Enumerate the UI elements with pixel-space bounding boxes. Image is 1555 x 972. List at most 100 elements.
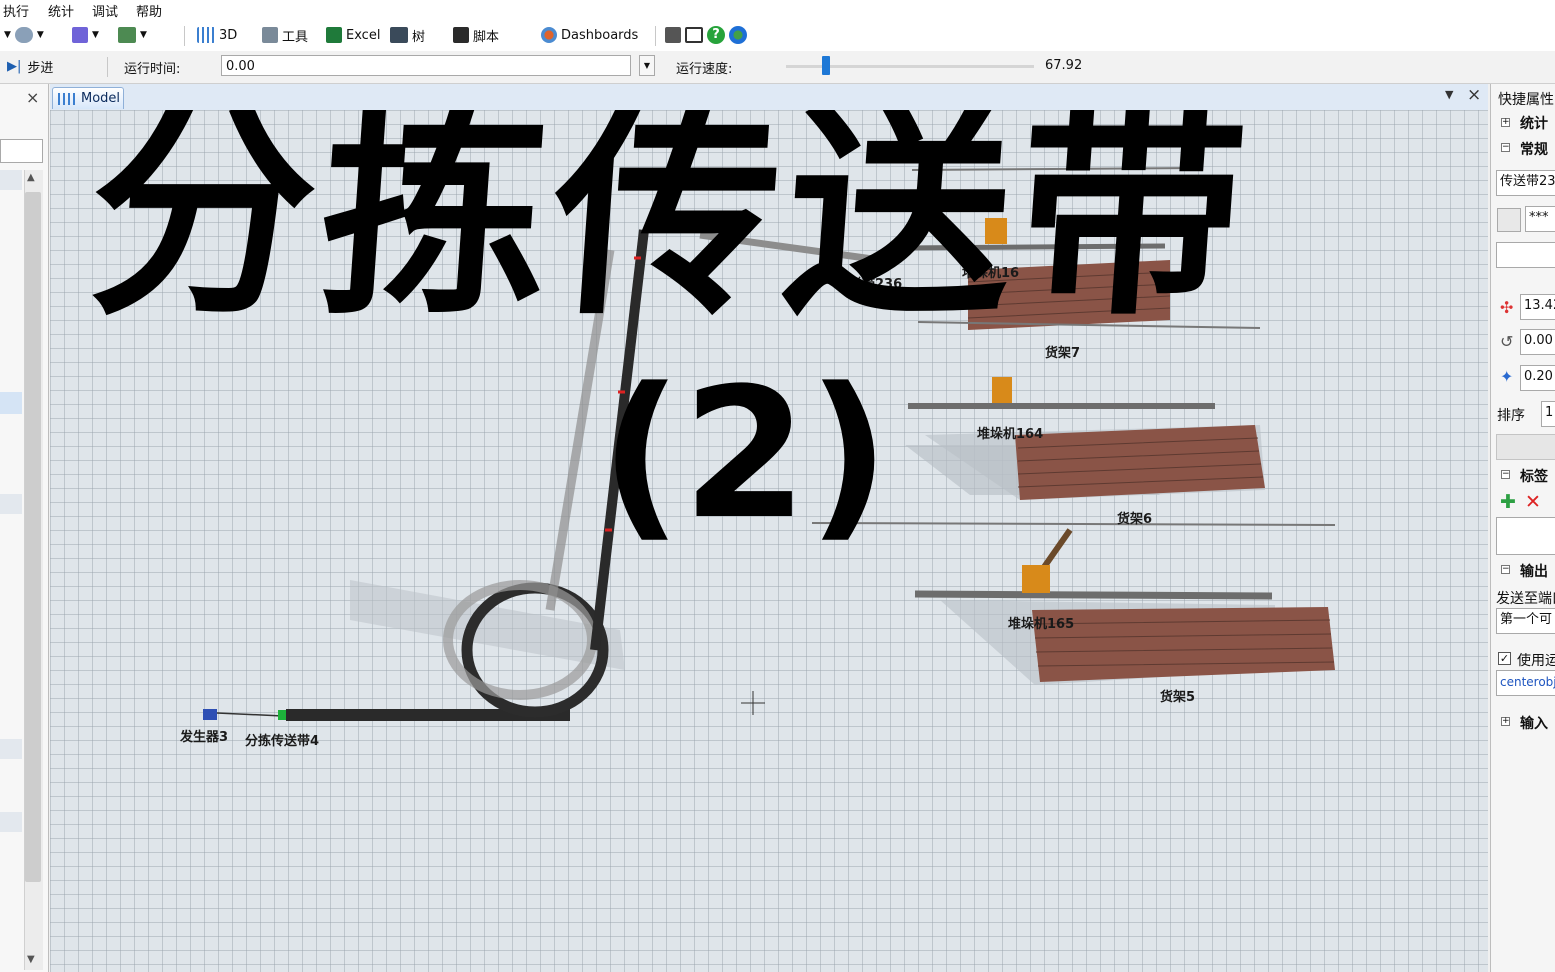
panel-title: 快捷属性 — [1498, 92, 1554, 108]
tab-model[interactable]: Model — [52, 87, 124, 109]
menu-run[interactable]: 执行 — [3, 1, 29, 20]
help-icon[interactable]: ? — [707, 26, 725, 44]
shape-icon[interactable] — [1497, 208, 1521, 232]
left-list-group — [0, 494, 22, 514]
tree-button[interactable]: 树 — [390, 24, 425, 46]
globe-icon[interactable] — [729, 26, 747, 44]
section-general[interactable]: 常规 — [1520, 139, 1548, 159]
shape-field[interactable]: *** — [1525, 206, 1555, 232]
left-search-field[interactable] — [0, 139, 43, 163]
size-field[interactable]: 0.20 — [1520, 365, 1555, 391]
scroll-down-icon[interactable]: ▼ — [27, 954, 35, 965]
model-grid-icon — [58, 93, 76, 105]
handwritten-subtitle: (2) — [600, 350, 890, 559]
order-label: 排序 — [1497, 408, 1525, 424]
use-transport-checkbox[interactable]: ✓ — [1498, 652, 1511, 665]
excel-button[interactable]: Excel — [326, 24, 380, 46]
3d-label: 3D — [219, 27, 238, 43]
tab-menu-icon[interactable]: ▼ — [1445, 88, 1453, 101]
menu-debug[interactable]: 调试 — [92, 1, 118, 20]
section-output[interactable]: 输出 — [1520, 561, 1548, 581]
label-stacker-165: 堆垛机165 — [1008, 617, 1075, 632]
close-icon[interactable]: × — [26, 88, 39, 107]
left-list-group — [0, 739, 22, 759]
layout-dropdown[interactable]: ▼ — [118, 24, 147, 46]
conveyor-entry-marker — [278, 710, 286, 720]
run-bar: ▶| 步进 运行时间: 0.00 ▼ 运行速度: 67.92 — [0, 51, 1555, 84]
grid-3d-icon — [197, 27, 215, 43]
source-object[interactable] — [203, 709, 217, 720]
expand-icon[interactable]: + — [1501, 717, 1510, 726]
properties-button[interactable] — [1496, 434, 1555, 460]
order-field[interactable]: 1 — [1541, 401, 1555, 427]
tools-label: 工具 — [282, 29, 309, 45]
left-list-header — [0, 170, 22, 190]
position-field[interactable]: 13.42 — [1520, 294, 1555, 320]
collapse-icon[interactable]: − — [1501, 470, 1510, 479]
label-source-3: 发生器3 — [180, 730, 229, 745]
toolbar: ▼ ▼ ▼ ▼ 3D 工具 Excel 树 脚本 Dashboards ? — [0, 20, 1555, 52]
left-list-item-selected[interactable] — [0, 392, 22, 414]
handwritten-title: 分拣传送带 — [80, 110, 1260, 346]
use-transport-label: 使用运 — [1517, 653, 1555, 669]
rack-6[interactable] — [1015, 425, 1265, 500]
window-icon[interactable] — [685, 27, 703, 43]
step-label: 步进 — [27, 61, 54, 76]
menu-bar: 执行 统计 调试 帮助 — [0, 0, 1555, 20]
add-icon[interactable]: ✚ — [1500, 491, 1516, 513]
section-stats[interactable]: 统计 — [1520, 113, 1548, 133]
collapse-icon[interactable]: − — [1501, 565, 1510, 574]
speed-label: 运行速度: — [676, 62, 733, 77]
collapse-icon[interactable]: − — [1501, 143, 1510, 152]
quick-properties-panel: 快捷属性 + 统计 − 常规 传送带23 *** ✣ 13.42 ↺ 0.00 … — [1490, 84, 1555, 972]
rotation-icon: ↺ — [1500, 332, 1514, 351]
transport-object-field[interactable]: centerobj — [1496, 670, 1555, 696]
labels-list[interactable] — [1496, 517, 1555, 555]
toolbar-divider — [655, 26, 656, 46]
layout-icon — [118, 27, 136, 43]
chevron-down-icon: ▼ — [36, 30, 44, 40]
dashboards-button[interactable]: Dashboards — [541, 24, 638, 46]
close-icon[interactable]: × — [1467, 85, 1481, 105]
expand-icon[interactable]: + — [1501, 118, 1510, 127]
size-icon: ✦ — [1500, 367, 1514, 386]
name-field[interactable]: 传送带23 — [1496, 170, 1555, 196]
view-dropdown[interactable]: ▼ ▼ — [4, 24, 44, 46]
scroll-up-icon[interactable]: ▲ — [27, 172, 35, 183]
left-panel: × ▲ ▼ — [0, 84, 49, 972]
speed-slider-thumb[interactable] — [822, 56, 830, 75]
dashboard-icon — [541, 27, 557, 43]
left-list-group — [0, 812, 22, 832]
send-to-port-dropdown[interactable]: 第一个可 — [1496, 608, 1555, 634]
toolbar-divider — [184, 26, 185, 46]
network-icon[interactable] — [665, 27, 681, 43]
menu-help[interactable]: 帮助 — [136, 1, 162, 20]
send-to-port-label: 发送至端口 — [1496, 591, 1555, 607]
model-3d-view[interactable]: 传送带236 堆垛机16 货架7 堆垛机164 货架6 堆垛机165 货架5 发… — [50, 110, 1488, 972]
rotation-field[interactable]: 0.00 — [1520, 329, 1555, 355]
label-stacker-164: 堆垛机164 — [977, 427, 1044, 442]
empty-field[interactable] — [1496, 242, 1555, 268]
left-scroll-thumb[interactable] — [25, 192, 41, 882]
color-square-icon — [72, 27, 88, 43]
delete-icon[interactable]: ✕ — [1525, 491, 1541, 513]
chevron-down-icon: ▼ — [140, 30, 147, 40]
script-button[interactable]: 脚本 — [453, 24, 499, 46]
runtime-field[interactable]: 0.00 — [221, 55, 631, 76]
tree-icon — [390, 27, 408, 43]
excel-label: Excel — [346, 27, 381, 43]
runtime-dropdown[interactable]: ▼ — [639, 55, 655, 76]
menu-stats[interactable]: 统计 — [48, 1, 74, 20]
tools-button[interactable]: 工具 — [262, 24, 308, 46]
color-dropdown[interactable]: ▼ — [72, 24, 99, 46]
tools-icon — [262, 27, 278, 43]
runbar-divider — [107, 57, 108, 77]
misc-buttons: ? — [665, 24, 747, 46]
section-input[interactable]: 输入 — [1520, 713, 1548, 733]
3d-button[interactable]: 3D — [197, 24, 237, 46]
section-labels[interactable]: 标签 — [1520, 466, 1548, 486]
script-label: 脚本 — [473, 29, 500, 45]
chevron-down-icon: ▼ — [4, 30, 11, 40]
rack-5[interactable] — [1032, 607, 1335, 682]
step-button[interactable]: ▶| 步进 — [7, 57, 53, 76]
